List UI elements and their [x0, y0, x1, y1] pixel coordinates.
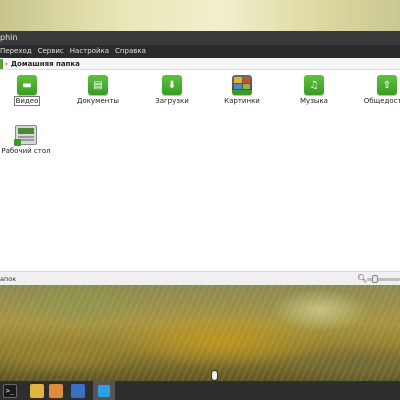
public-folder-icon: ⇧	[377, 75, 397, 95]
desktop-wallpaper-bottom	[0, 285, 400, 381]
pictures-folder-icon	[232, 75, 252, 95]
breadcrumb-arrow-icon[interactable]: ›	[5, 60, 8, 68]
file-item-desktop[interactable]: Рабочий стол	[0, 125, 56, 155]
app-launcher-icon[interactable]	[71, 383, 85, 398]
file-label: Картинки	[224, 97, 260, 105]
terminal-icon[interactable]: >_	[3, 383, 17, 398]
zoom-icon: 🔍︎	[357, 274, 368, 283]
file-manager-icon[interactable]	[30, 383, 44, 398]
menu-tools[interactable]: Сервис	[35, 45, 67, 58]
file-label: Документы	[77, 97, 119, 105]
file-item-video[interactable]: ▬ Видео	[0, 75, 57, 106]
file-label: Музыка	[300, 97, 328, 105]
music-folder-icon: ♫	[304, 75, 324, 95]
window-title[interactable]: phin	[0, 31, 400, 45]
menu-settings[interactable]: Настройка	[67, 45, 112, 58]
breadcrumb-home[interactable]: Домашняя папка	[11, 60, 80, 68]
menu-help[interactable]: Справка	[112, 45, 149, 58]
file-label: Рабочий стол	[1, 147, 51, 155]
file-item-documents[interactable]: ▤ Документы	[68, 75, 128, 105]
status-text: апок	[0, 274, 17, 283]
file-label: Общедоступ	[363, 97, 400, 105]
places-panel-edge[interactable]	[0, 58, 3, 69]
file-item-music[interactable]: ♫ Музыка	[284, 75, 344, 105]
mouse-icon	[211, 370, 218, 381]
active-app-icon	[98, 384, 110, 397]
file-item-pictures[interactable]: Картинки	[212, 75, 272, 105]
menu-go[interactable]: Переход	[0, 45, 35, 58]
file-label: Видео	[13, 96, 41, 106]
zoom-slider-handle[interactable]	[372, 275, 378, 283]
file-item-downloads[interactable]: ⬇ Загрузки	[142, 75, 202, 105]
downloads-folder-icon: ⬇	[162, 75, 182, 95]
file-label: Загрузки	[155, 97, 189, 105]
documents-folder-icon: ▤	[88, 75, 108, 95]
status-bar: апок 🔍︎	[0, 271, 400, 285]
taskbar: >_	[0, 381, 400, 400]
file-item-public[interactable]: ⇧ Общедоступ	[357, 75, 400, 105]
active-window-button[interactable]	[93, 381, 115, 400]
file-manager-window: phin Переход Сервис Настройка Справка › …	[0, 31, 400, 285]
menu-bar: Переход Сервис Настройка Справка	[0, 45, 400, 58]
archive-icon[interactable]	[49, 383, 63, 398]
video-folder-icon: ▬	[17, 75, 37, 95]
desktop-folder-icon	[14, 125, 37, 146]
location-bar: › Домашняя папка	[0, 58, 400, 70]
file-view[interactable]: ▬ Видео ▤ Документы ⬇ Загрузки Картинки	[0, 71, 400, 271]
desktop-wallpaper-top	[0, 0, 400, 31]
